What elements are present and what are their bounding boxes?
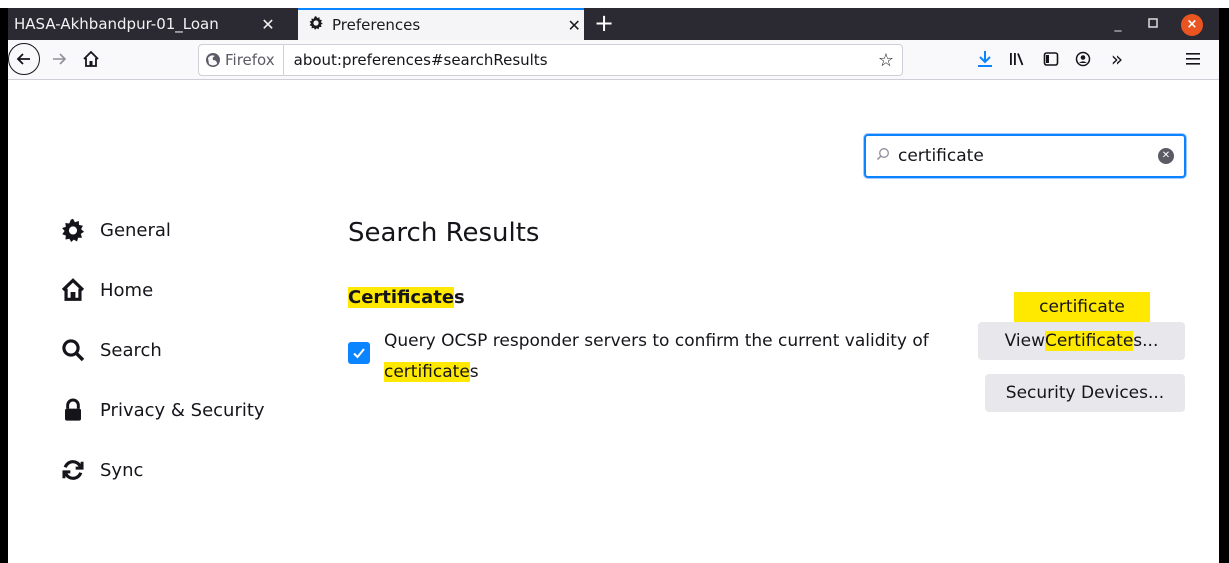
gear-icon: [308, 15, 324, 35]
identity-box[interactable]: Firefox: [199, 45, 284, 75]
button-suffix: s...: [1133, 331, 1159, 351]
sidebar-toggle-button[interactable]: [1036, 44, 1066, 74]
overflow-menu-button[interactable]: »: [1102, 44, 1132, 74]
arrow-right-icon: [53, 53, 67, 65]
maximize-button[interactable]: [1141, 8, 1165, 40]
sidebar-item-label: Privacy & Security: [100, 399, 265, 421]
search-highlight: Certificate: [1044, 331, 1134, 351]
close-icon[interactable]: ✕: [258, 15, 278, 34]
search-highlight: Certificate: [348, 287, 455, 308]
close-icon[interactable]: ✕: [564, 16, 584, 35]
url-text[interactable]: about:preferences#searchResults: [294, 51, 548, 69]
sidebar-item-privacy-security[interactable]: Privacy & Security: [58, 390, 318, 430]
search-tooltip: certificate: [1014, 292, 1150, 322]
home-icon: [83, 50, 99, 67]
window-close-button[interactable]: ×: [1181, 14, 1203, 36]
chevron-double-right-icon: »: [1110, 47, 1124, 71]
certificates-heading: Certificates: [348, 287, 465, 308]
checkmark-icon: [353, 348, 365, 359]
sidebar-item-label: General: [100, 219, 171, 241]
minimize-button[interactable]: _: [1106, 8, 1130, 40]
library-icon: [1010, 53, 1024, 66]
browser-window: HASA-Akhbandpur-01_Loan ✕ Preferences ✕ …: [0, 0, 1229, 563]
home-icon: [58, 275, 88, 305]
account-button[interactable]: [1068, 44, 1098, 74]
app-menu-button[interactable]: [1178, 44, 1208, 74]
security-devices-button[interactable]: Security Devices...: [985, 374, 1185, 412]
new-tab-button[interactable]: +: [588, 8, 620, 40]
navigation-toolbar: Firefox about:preferences#searchResults …: [8, 40, 1219, 80]
heading-suffix: s: [454, 287, 465, 308]
preferences-search-input[interactable]: [896, 145, 1150, 167]
sidebar-item-search[interactable]: Search: [58, 330, 318, 370]
downloads-button[interactable]: [970, 44, 1000, 74]
search-icon: [58, 335, 88, 365]
hamburger-menu-icon: [1186, 53, 1200, 65]
label-suffix: s: [469, 362, 479, 382]
sidebar-icon: [1043, 52, 1059, 66]
download-icon: [978, 51, 992, 67]
ocsp-checkbox[interactable]: [348, 342, 370, 364]
ocsp-checkbox-label[interactable]: Query OCSP responder servers to confirm …: [384, 326, 974, 388]
sidebar-item-sync[interactable]: Sync: [58, 450, 318, 490]
arrow-left-icon: [16, 53, 30, 65]
sync-icon: [58, 455, 88, 485]
label-text: Query OCSP responder servers to confirm …: [384, 331, 929, 351]
sidebar-item-label: Sync: [100, 459, 144, 481]
page-title: Search Results: [348, 218, 540, 248]
firefox-logo-icon: [206, 53, 220, 67]
sidebar-item-label: Search: [100, 339, 162, 361]
identity-label: Firefox: [225, 51, 275, 69]
screenshot-right-border: [1219, 8, 1229, 563]
tab-preferences[interactable]: Preferences ✕: [298, 8, 584, 40]
button-prefix: View: [1004, 331, 1045, 351]
lock-icon: [58, 395, 88, 425]
screenshot-top-margin: [0, 0, 1229, 8]
home-button[interactable]: [76, 44, 106, 74]
tab-bar: HASA-Akhbandpur-01_Loan ✕ Preferences ✕ …: [8, 8, 1219, 40]
screenshot-left-border: [0, 8, 8, 563]
tab-loan[interactable]: HASA-Akhbandpur-01_Loan ✕: [8, 8, 288, 40]
gear-icon: [58, 215, 88, 245]
view-certificates-button[interactable]: View Certificate s...: [978, 322, 1185, 360]
star-icon[interactable]: ☆: [878, 50, 894, 71]
sidebar-item-label: Home: [100, 279, 154, 301]
back-button[interactable]: [8, 43, 40, 75]
account-icon: [1075, 51, 1091, 67]
clear-search-icon[interactable]: ✕: [1158, 148, 1174, 164]
library-button[interactable]: [1002, 44, 1032, 74]
search-highlight: certificate: [384, 362, 470, 382]
forward-button[interactable]: [44, 44, 74, 74]
sidebar-item-general[interactable]: General: [58, 210, 318, 250]
preferences-search-box[interactable]: ✕: [864, 134, 1186, 178]
preferences-page: ✕ General Home Search: [8, 80, 1219, 563]
search-icon: [876, 147, 890, 165]
tab-title: HASA-Akhbandpur-01_Loan: [14, 15, 219, 33]
tab-title: Preferences: [332, 16, 421, 34]
sidebar-item-home[interactable]: Home: [58, 270, 318, 310]
url-bar[interactable]: Firefox about:preferences#searchResults …: [198, 44, 903, 76]
